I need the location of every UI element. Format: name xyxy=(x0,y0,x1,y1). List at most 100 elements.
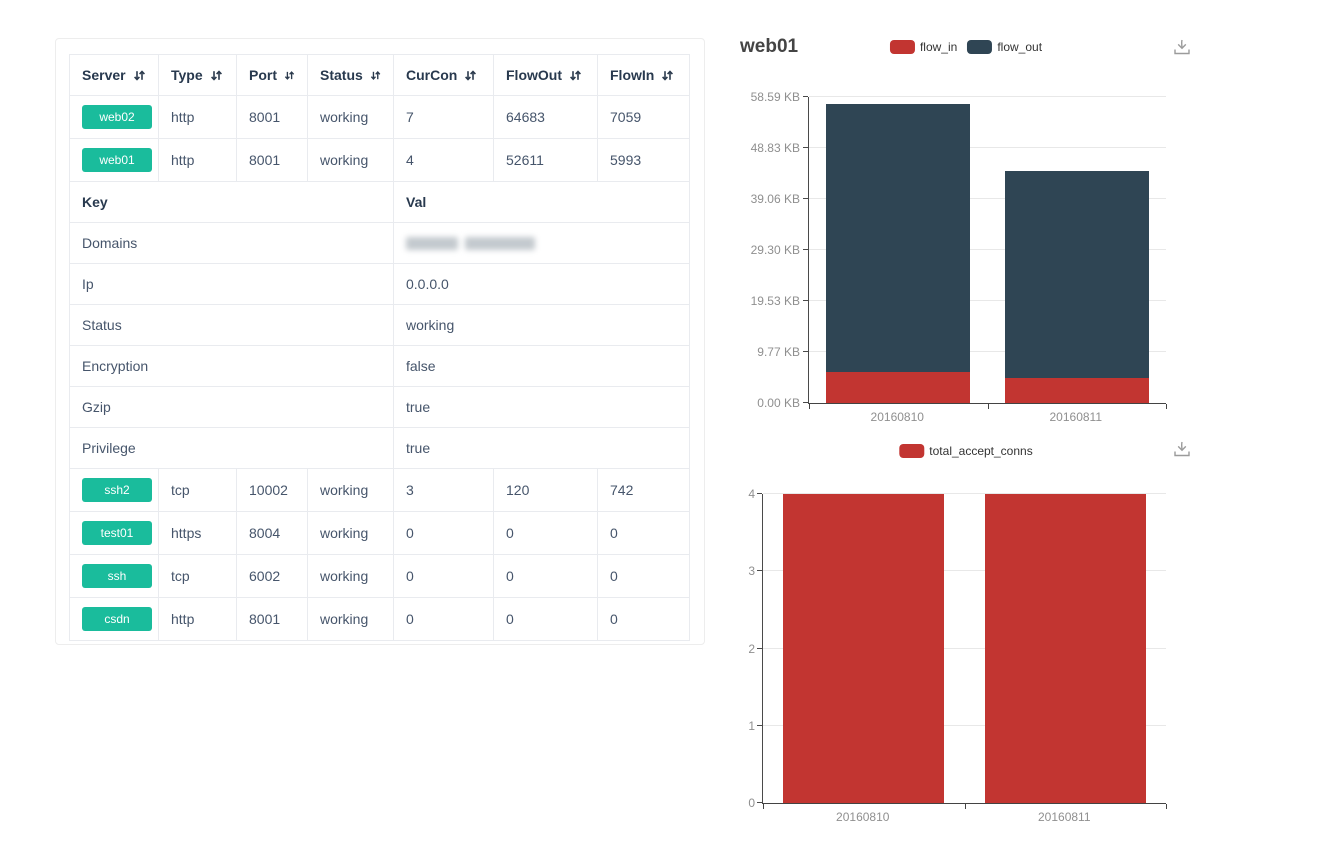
plot-area xyxy=(808,97,1166,404)
x-axis-tick xyxy=(988,404,989,409)
sort-arrows-icon xyxy=(661,69,674,82)
legend-label: flow_in xyxy=(920,40,957,54)
kv-value: false xyxy=(394,346,690,387)
table-row: test01https8004working000 xyxy=(70,512,690,555)
server-rows-top: web02http8001working7646837059web01http8… xyxy=(70,96,690,182)
x-axis-label: 20160811 xyxy=(1021,410,1131,424)
type-cell: tcp xyxy=(159,469,237,512)
dashboard-page: ServerTypePortStatusCurConFlowOutFlowIn … xyxy=(0,0,1339,860)
sort-arrows-icon xyxy=(569,69,582,82)
column-header-flowout[interactable]: FlowOut xyxy=(494,55,598,96)
bar-flow_in-20160810[interactable] xyxy=(826,372,970,403)
flowin-cell: 0 xyxy=(598,512,690,555)
y-axis-tick xyxy=(757,802,762,803)
chart-title: web01 xyxy=(740,36,798,58)
flowout-cell: 64683 xyxy=(494,96,598,139)
kv-key: Privilege xyxy=(70,428,394,469)
column-label: Port xyxy=(249,67,277,83)
y-axis-label: 0.00 KB xyxy=(735,396,800,410)
sort-arrows-icon xyxy=(284,69,295,82)
kv-key: Status xyxy=(70,305,394,346)
sort-arrows-icon xyxy=(370,69,381,82)
server-rows-bottom: ssh2tcp10002working3120742test01https800… xyxy=(70,469,690,641)
bar-flow_in-20160811[interactable] xyxy=(1005,378,1149,403)
y-axis-label: 4 xyxy=(735,487,755,501)
legend-item-flow_out[interactable]: flow_out xyxy=(967,40,1042,54)
server-badge[interactable]: ssh xyxy=(82,564,152,588)
status-cell: working xyxy=(308,96,394,139)
column-header-status[interactable]: Status xyxy=(308,55,394,96)
sort-arrows-icon xyxy=(133,69,146,82)
bar-flow_out-20160811[interactable] xyxy=(1005,171,1149,378)
column-label: FlowOut xyxy=(506,67,562,83)
download-icon[interactable] xyxy=(1172,38,1192,61)
type-cell: http xyxy=(159,96,237,139)
y-axis-label: 1 xyxy=(735,719,755,733)
kv-header-key: Key xyxy=(70,182,394,223)
column-header-curcon[interactable]: CurCon xyxy=(394,55,494,96)
x-axis-tick xyxy=(1166,804,1167,809)
legend-item-flow_in[interactable]: flow_in xyxy=(890,40,957,54)
kv-value: working xyxy=(394,305,690,346)
kv-key: Ip xyxy=(70,264,394,305)
y-axis-label: 19.53 KB xyxy=(735,294,800,308)
download-icon[interactable] xyxy=(1172,440,1192,463)
bar-flow_out-20160810[interactable] xyxy=(826,104,970,372)
server-badge[interactable]: web02 xyxy=(82,105,152,129)
legend-item-total_accept_conns[interactable]: total_accept_conns xyxy=(899,444,1032,458)
bar-total_accept_conns-20160810[interactable] xyxy=(783,494,944,803)
flowin-cell: 0 xyxy=(598,555,690,598)
curcon-cell: 0 xyxy=(394,555,494,598)
type-cell: http xyxy=(159,139,237,182)
column-header-port[interactable]: Port xyxy=(237,55,308,96)
bar-total_accept_conns-20160811[interactable] xyxy=(985,494,1146,803)
y-axis-label: 39.06 KB xyxy=(735,192,800,206)
server-badge[interactable]: ssh2 xyxy=(82,478,152,502)
y-axis-tick xyxy=(757,493,762,494)
flowin-cell: 5993 xyxy=(598,139,690,182)
kv-row: Gziptrue xyxy=(70,387,690,428)
server-badge[interactable]: csdn xyxy=(82,607,152,631)
flowout-cell: 52611 xyxy=(494,139,598,182)
y-axis-label: 0 xyxy=(735,796,755,810)
server-cell: web01 xyxy=(70,139,159,182)
kv-row: Encryptionfalse xyxy=(70,346,690,387)
y-axis-tick xyxy=(803,147,808,148)
y-axis-tick xyxy=(803,198,808,199)
status-cell: working xyxy=(308,512,394,555)
flowout-cell: 0 xyxy=(494,555,598,598)
redacted-domains-value xyxy=(406,237,677,250)
kv-row: Domains xyxy=(70,223,690,264)
kv-header-val: Val xyxy=(394,182,690,223)
column-label: CurCon xyxy=(406,67,457,83)
status-cell: working xyxy=(308,139,394,182)
column-header-flowin[interactable]: FlowIn xyxy=(598,55,690,96)
server-badge[interactable]: test01 xyxy=(82,521,152,545)
status-cell: working xyxy=(308,555,394,598)
y-axis-label: 9.77 KB xyxy=(735,345,800,359)
x-axis-label: 20160810 xyxy=(808,810,918,824)
y-axis-tick xyxy=(803,351,808,352)
y-axis-tick xyxy=(757,648,762,649)
kv-value: 0.0.0.0 xyxy=(394,264,690,305)
status-cell: working xyxy=(308,598,394,641)
column-label: FlowIn xyxy=(610,67,654,83)
y-axis-label: 2 xyxy=(735,642,755,656)
type-cell: http xyxy=(159,598,237,641)
flow-chart: web01 flow_in flow_out 0.00 KB 9.77 KB 19.5… xyxy=(735,30,1197,432)
legend-marker-icon xyxy=(899,444,924,458)
port-cell: 10002 xyxy=(237,469,308,512)
server-badge[interactable]: web01 xyxy=(82,148,152,172)
legend-label: total_accept_conns xyxy=(929,444,1032,458)
type-cell: https xyxy=(159,512,237,555)
column-label: Type xyxy=(171,67,203,83)
server-detail-card: ServerTypePortStatusCurConFlowOutFlowIn … xyxy=(55,38,705,645)
column-header-server[interactable]: Server xyxy=(70,55,159,96)
sort-arrows-icon xyxy=(464,69,477,82)
y-axis-label: 48.83 KB xyxy=(735,141,800,155)
server-cell: test01 xyxy=(70,512,159,555)
status-cell: working xyxy=(308,469,394,512)
column-header-type[interactable]: Type xyxy=(159,55,237,96)
kv-header-row: Key Val xyxy=(70,182,690,223)
y-axis-label: 58.59 KB xyxy=(735,90,800,104)
